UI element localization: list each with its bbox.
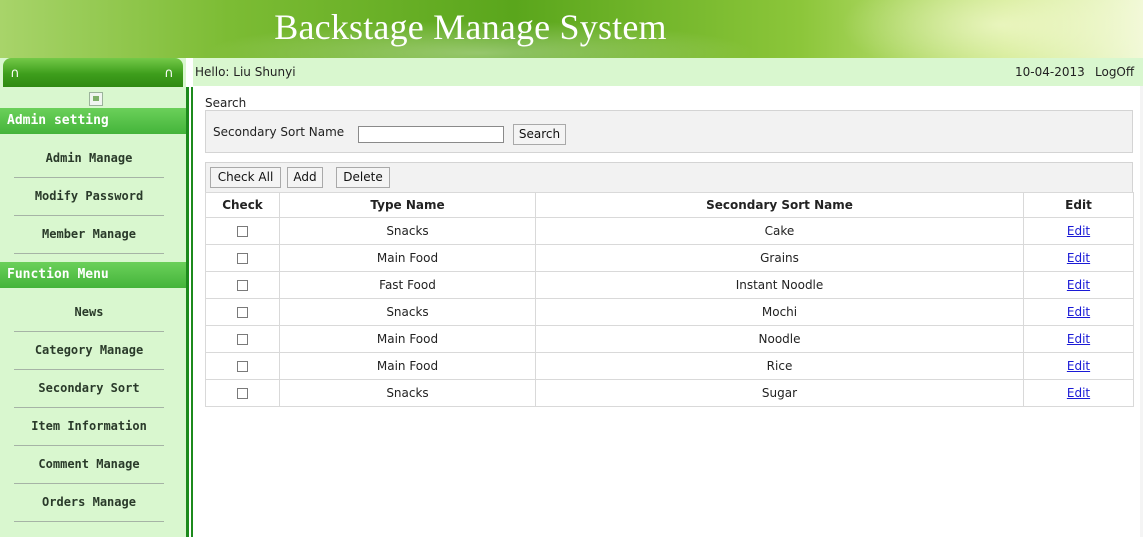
- type-name-cell: Fast Food: [279, 271, 536, 299]
- row-checkbox[interactable]: [237, 280, 248, 291]
- knob-icon: ∩: [10, 66, 20, 81]
- edit-link[interactable]: Edit: [1067, 224, 1090, 238]
- add-button[interactable]: Add: [287, 167, 323, 188]
- type-name-cell: Main Food: [279, 325, 536, 353]
- section-header-function-menu: Function Menu: [0, 262, 186, 288]
- column-header-type-name: Type Name: [279, 192, 536, 218]
- secondary-sort-name-cell: Instant Noodle: [535, 271, 1024, 299]
- table-toolbar: Check All Add Delete: [205, 162, 1133, 192]
- search-field-label: Secondary Sort Name: [213, 125, 345, 139]
- sidebar-topbar: ∩ ∩: [3, 58, 183, 87]
- edit-cell: Edit: [1023, 379, 1134, 407]
- edit-cell: Edit: [1023, 244, 1134, 272]
- check-cell: [205, 352, 280, 380]
- app-window: Backstage Manage System ∩ ∩ Admin settin…: [0, 0, 1143, 537]
- sidebar-item-admin-manage[interactable]: Admin Manage: [14, 140, 164, 178]
- type-name-cell: Main Food: [279, 244, 536, 272]
- edit-link[interactable]: Edit: [1067, 278, 1090, 292]
- edit-link[interactable]: Edit: [1067, 305, 1090, 319]
- secondary-sort-name-cell: Sugar: [535, 379, 1024, 407]
- secondary-sort-name-cell: Mochi: [535, 298, 1024, 326]
- type-name-cell: Snacks: [279, 217, 536, 245]
- sidebar-item-secondary-sort[interactable]: Secondary Sort: [14, 370, 164, 408]
- edit-link[interactable]: Edit: [1067, 251, 1090, 265]
- edit-link[interactable]: Edit: [1067, 386, 1090, 400]
- table-row: Snacks Sugar Edit: [205, 379, 1134, 407]
- search-panel: Secondary Sort Name Search: [205, 110, 1133, 153]
- edit-cell: Edit: [1023, 271, 1134, 299]
- check-cell: [205, 298, 280, 326]
- row-checkbox[interactable]: [237, 361, 248, 372]
- column-header-check: Check: [205, 192, 280, 218]
- main-content: Search Secondary Sort Name Search Check …: [193, 86, 1143, 537]
- edit-link[interactable]: Edit: [1067, 359, 1090, 373]
- edit-cell: Edit: [1023, 298, 1134, 326]
- knob-icon: ∩: [164, 66, 174, 81]
- row-checkbox[interactable]: [237, 334, 248, 345]
- check-cell: [205, 244, 280, 272]
- secondary-sort-name-cell: Rice: [535, 352, 1024, 380]
- row-checkbox[interactable]: [237, 307, 248, 318]
- check-cell: [205, 325, 280, 353]
- secondary-sort-name-cell: Noodle: [535, 325, 1024, 353]
- table-row: Snacks Cake Edit: [205, 217, 1134, 245]
- greeting: Hello: Liu Shunyi: [195, 65, 296, 79]
- section-header-admin-setting: Admin setting: [0, 108, 186, 134]
- edit-cell: Edit: [1023, 217, 1134, 245]
- sidebar-item-news[interactable]: News: [14, 294, 164, 332]
- secondary-sort-table: Check Type Name Secondary Sort Name Edit…: [205, 192, 1134, 407]
- column-header-edit: Edit: [1023, 192, 1134, 218]
- type-name-cell: Snacks: [279, 379, 536, 407]
- current-date: 10-04-2013: [1015, 65, 1085, 79]
- table-header-row: Check Type Name Secondary Sort Name Edit: [205, 192, 1134, 218]
- broken-image-icon: [89, 92, 103, 106]
- delete-button[interactable]: Delete: [336, 167, 390, 188]
- banner: Backstage Manage System: [0, 0, 1143, 58]
- check-cell: [205, 379, 280, 407]
- table-row: Main Food Rice Edit: [205, 352, 1134, 380]
- row-checkbox[interactable]: [237, 226, 248, 237]
- sidebar: ∩ ∩ Admin setting Admin Manage Modify Pa…: [0, 58, 186, 537]
- sidebar-item-category-manage[interactable]: Category Manage: [14, 332, 164, 370]
- sidebar-divider: [186, 58, 193, 537]
- check-cell: [205, 217, 280, 245]
- search-section-label: Search: [205, 96, 247, 110]
- row-checkbox[interactable]: [237, 388, 248, 399]
- status-bar: Hello: Liu Shunyi 10-04-2013 LogOff: [193, 58, 1143, 86]
- check-all-button[interactable]: Check All: [210, 167, 281, 188]
- table-row: Main Food Grains Edit: [205, 244, 1134, 272]
- column-header-secondary-sort-name: Secondary Sort Name: [535, 192, 1024, 218]
- edit-cell: Edit: [1023, 352, 1134, 380]
- search-input[interactable]: [358, 126, 504, 143]
- search-button[interactable]: Search: [513, 124, 566, 145]
- row-checkbox[interactable]: [237, 253, 248, 264]
- type-name-cell: Snacks: [279, 298, 536, 326]
- logoff-link[interactable]: LogOff: [1095, 65, 1134, 79]
- sidebar-item-orders-manage[interactable]: Orders Manage: [14, 484, 164, 522]
- check-cell: [205, 271, 280, 299]
- edit-cell: Edit: [1023, 325, 1134, 353]
- sidebar-item-item-information[interactable]: Item Information: [14, 408, 164, 446]
- divider-line: [186, 87, 189, 537]
- type-name-cell: Main Food: [279, 352, 536, 380]
- secondary-sort-name-cell: Cake: [535, 217, 1024, 245]
- edit-link[interactable]: Edit: [1067, 332, 1090, 346]
- sidebar-item-comment-manage[interactable]: Comment Manage: [14, 446, 164, 484]
- table-row: Snacks Mochi Edit: [205, 298, 1134, 326]
- sidebar-item-modify-password[interactable]: Modify Password: [14, 178, 164, 216]
- banner-title: Backstage Manage System: [274, 7, 667, 47]
- table-row: Fast Food Instant Noodle Edit: [205, 271, 1134, 299]
- sidebar-item-member-manage[interactable]: Member Manage: [14, 216, 164, 254]
- table-row: Main Food Noodle Edit: [205, 325, 1134, 353]
- secondary-sort-name-cell: Grains: [535, 244, 1024, 272]
